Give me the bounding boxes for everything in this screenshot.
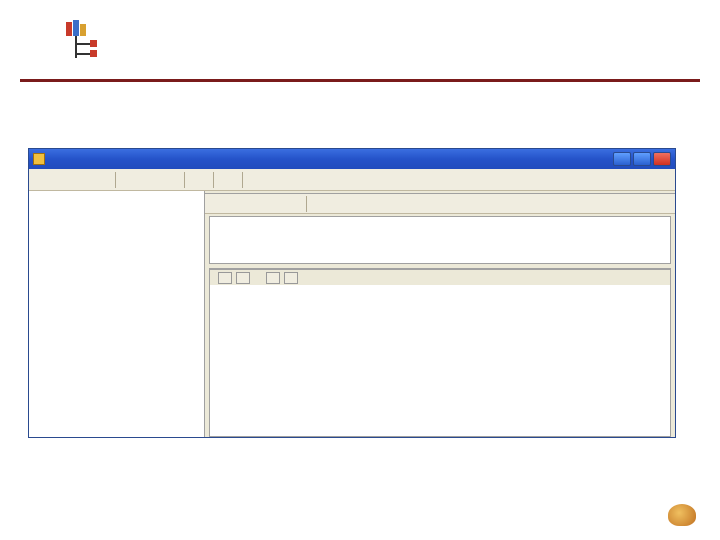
sub-icon[interactable] xyxy=(369,196,385,212)
lion-icon xyxy=(668,504,696,526)
app-icon xyxy=(33,153,45,165)
nav-first-button[interactable] xyxy=(218,272,232,284)
sub-icon[interactable] xyxy=(228,196,244,212)
app-window xyxy=(28,148,676,438)
sub-icon[interactable] xyxy=(209,196,225,212)
tool-icon[interactable] xyxy=(249,172,265,188)
tool-icon[interactable] xyxy=(269,172,285,188)
text-preview-pane xyxy=(209,216,671,264)
tool-icon[interactable] xyxy=(93,172,109,188)
slide-header xyxy=(0,0,720,69)
main-toolbar xyxy=(29,169,675,191)
tool-icon[interactable] xyxy=(53,172,69,188)
sub-icon[interactable] xyxy=(247,196,263,212)
tool-icon[interactable] xyxy=(162,172,178,188)
sub-icon[interactable] xyxy=(285,196,301,212)
minimize-button[interactable] xyxy=(613,152,631,166)
maximize-button[interactable] xyxy=(633,152,651,166)
titlebar xyxy=(29,149,675,169)
tool-icon[interactable] xyxy=(33,172,49,188)
tool-icon[interactable] xyxy=(142,172,158,188)
close-button[interactable] xyxy=(653,152,671,166)
slide-logo-icon xyxy=(60,18,106,69)
record-navigator xyxy=(210,269,670,285)
tool-icon[interactable] xyxy=(122,172,138,188)
sub-icon[interactable] xyxy=(266,196,282,212)
slide-divider xyxy=(20,79,700,82)
sub-icon[interactable] xyxy=(350,196,366,212)
nav-last-button[interactable] xyxy=(284,272,298,284)
sub-icon[interactable] xyxy=(331,196,347,212)
nav-next-button[interactable] xyxy=(266,272,280,284)
nav-prev-button[interactable] xyxy=(236,272,250,284)
tool-icon[interactable] xyxy=(73,172,89,188)
tool-icon[interactable] xyxy=(191,172,207,188)
brand-logo xyxy=(668,504,698,526)
tool-icon[interactable] xyxy=(220,172,236,188)
detail-panel xyxy=(205,191,675,437)
results-grid xyxy=(209,268,671,437)
tree-panel xyxy=(29,191,205,437)
sub-toolbar xyxy=(205,194,675,214)
sub-icon[interactable] xyxy=(312,196,328,212)
